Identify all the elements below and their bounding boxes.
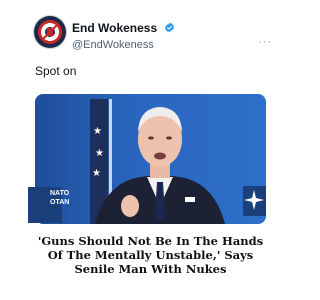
image-illustration: ★ ★ ★ <box>90 99 266 224</box>
tweet-header: End Wokeness @EndWokeness ··· <box>34 16 284 52</box>
nato-sign: NATO OTAN <box>28 187 69 223</box>
tweet-card: End Wokeness @EndWokeness ··· Spot on ★ … <box>0 0 300 300</box>
display-name[interactable]: End Wokeness <box>72 21 157 35</box>
svg-text:★: ★ <box>93 126 102 137</box>
avatar[interactable] <box>34 16 66 48</box>
tweet-image[interactable]: ★ ★ ★ <box>35 94 266 224</box>
avatar-emblem-icon <box>42 24 58 40</box>
more-options-icon[interactable]: ··· <box>258 37 272 48</box>
handle[interactable]: @EndWokeness <box>72 38 175 52</box>
verified-badge-icon <box>164 22 174 33</box>
image-caption: 'Guns Should Not Be In The Hands Of The … <box>37 234 264 276</box>
svg-text:★: ★ <box>95 148 104 159</box>
svg-text:★: ★ <box>92 168 101 179</box>
tweet-text: Spot on <box>35 64 77 78</box>
account-info: End Wokeness @EndWokeness <box>72 19 175 52</box>
